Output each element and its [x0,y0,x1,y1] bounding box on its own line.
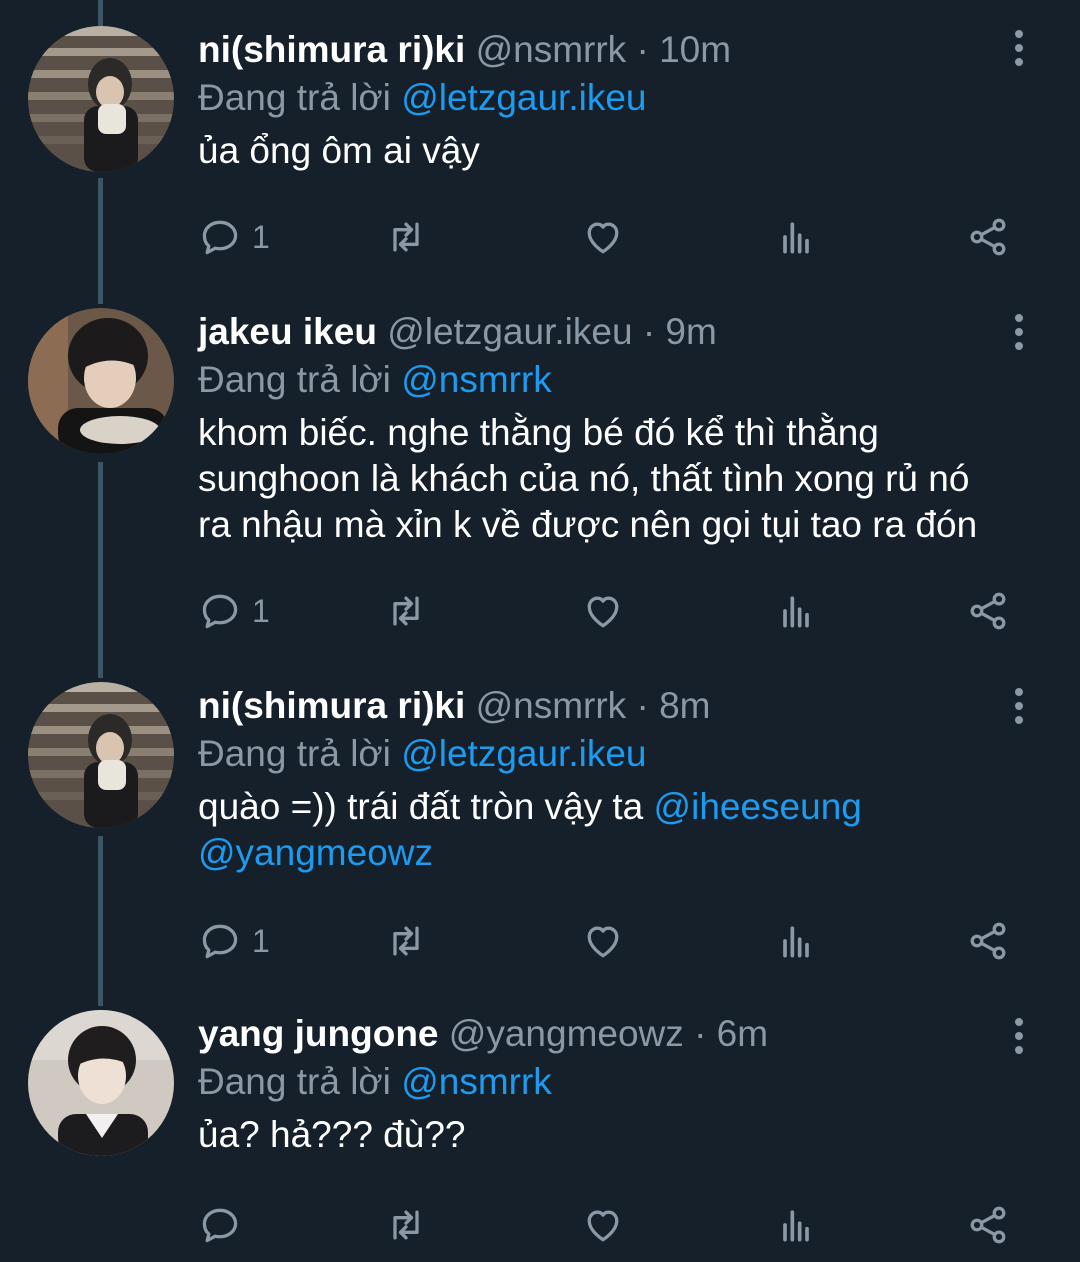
share-icon [970,218,1006,256]
views-button[interactable] [774,586,818,636]
replying-to-label: Đang trả lời [198,1061,391,1102]
like-button[interactable] [581,586,625,636]
reply-icon [202,220,238,255]
share-icon [970,1206,1006,1244]
replying-to-label: Đang trả lời [198,359,391,400]
avatar[interactable] [28,26,174,172]
tweet-text-body: quào =)) trái đất tròn vậy ta [198,786,654,827]
reply-button[interactable]: 1 [198,212,270,262]
analytics-icon [783,596,809,628]
heart-icon [587,1210,619,1242]
more-vertical-icon[interactable] [1004,682,1034,730]
more-vertical-icon[interactable] [1004,24,1034,72]
replying-to: Đang trả lời @nsmrrk [198,1058,1000,1106]
share-button[interactable] [966,586,1010,636]
timestamp[interactable]: 9m [665,311,716,352]
views-button[interactable] [774,1200,818,1250]
user-handle[interactable]: @nsmrrk [476,29,627,70]
action-bar: 1 [198,212,1018,262]
retweet-icon [393,1210,419,1240]
tweet[interactable]: ni(shimura ri)ki @nsmrrk · 8m Đang trả l… [0,660,1080,990]
reply-icon [202,924,238,959]
tweet-text: ủa? hả??? đù?? [198,1114,466,1155]
avatar[interactable] [28,1010,174,1156]
avatar[interactable] [28,682,174,828]
timestamp[interactable]: 8m [659,685,710,726]
like-button[interactable] [581,916,625,966]
retweet-icon [393,222,419,252]
retweet-button[interactable] [384,1200,428,1250]
heart-icon [587,222,619,254]
share-button[interactable] [966,916,1010,966]
tweet-header: yang jungone @yangmeowz · 6m [198,1010,1000,1058]
display-name[interactable]: yang jungone [198,1013,439,1054]
reply-icon [202,1208,238,1243]
tweet-header: ni(shimura ri)ki @nsmrrk · 10m [198,26,1000,74]
reply-button[interactable] [198,1200,252,1250]
replying-to-label: Đang trả lời [198,733,391,774]
reply-mention-link[interactable]: @letzgaur.ikeu [401,77,646,118]
display-name[interactable]: ni(shimura ri)ki [198,685,465,726]
separator-dot: · [636,29,649,70]
views-button[interactable] [774,916,818,966]
analytics-icon [783,1210,809,1242]
tweet-header: ni(shimura ri)ki @nsmrrk · 8m [198,682,1000,730]
separator-dot: · [636,685,649,726]
reply-count: 1 [252,592,270,629]
tweet[interactable]: yang jungone @yangmeowz · 6m Đang trả lờ… [0,990,1080,1262]
tweet[interactable]: jakeu ikeu @letzgaur.ikeu · 9m Đang trả … [0,290,1080,660]
reply-button[interactable]: 1 [198,586,270,636]
heart-icon [587,926,619,958]
reply-icon [202,594,238,629]
timestamp[interactable]: 10m [659,29,731,70]
reply-count: 1 [252,922,270,959]
more-vertical-icon[interactable] [1004,1012,1034,1060]
display-name[interactable]: jakeu ikeu [198,311,377,352]
share-button[interactable] [966,212,1010,262]
tweet-text: ủa ổng ôm ai vậy [198,130,480,171]
mention-link[interactable]: @iheeseung [654,786,862,827]
like-button[interactable] [581,1200,625,1250]
replying-to: Đang trả lời @letzgaur.ikeu [198,74,1000,122]
retweet-button[interactable] [384,916,428,966]
heart-icon [587,596,619,628]
share-icon [970,592,1006,630]
views-button[interactable] [774,212,818,262]
action-bar [198,1200,1018,1250]
tweet-text: khom biếc. nghe thằng bé đó kể thì thằng… [198,412,978,545]
avatar[interactable] [28,308,174,454]
share-icon [970,922,1006,960]
reply-mention-link[interactable]: @nsmrrk [401,1061,552,1102]
tweet-header: jakeu ikeu @letzgaur.ikeu · 9m [198,308,1000,356]
mention-link[interactable]: @yangmeowz [198,832,433,873]
more-vertical-icon[interactable] [1004,308,1034,356]
reply-count: 1 [252,218,270,255]
retweet-button[interactable] [384,212,428,262]
reply-mention-link[interactable]: @nsmrrk [401,359,552,400]
tweet[interactable]: ni(shimura ri)ki @nsmrrk · 10m Đang trả … [0,0,1080,290]
analytics-icon [783,926,809,958]
analytics-icon [783,222,809,254]
replying-to: Đang trả lời @nsmrrk [198,356,1000,404]
display-name[interactable]: ni(shimura ri)ki [198,29,465,70]
user-handle[interactable]: @nsmrrk [476,685,627,726]
retweet-button[interactable] [384,586,428,636]
reply-mention-link[interactable]: @letzgaur.ikeu [401,733,646,774]
retweet-icon [393,596,419,626]
share-button[interactable] [966,1200,1010,1250]
action-bar: 1 [198,916,1018,966]
timestamp[interactable]: 6m [717,1013,768,1054]
replying-to: Đang trả lời @letzgaur.ikeu [198,730,1000,778]
tweet-text: quào =)) trái đất tròn vậy ta @iheeseung… [198,784,1000,876]
action-bar: 1 [198,586,1018,636]
like-button[interactable] [581,212,625,262]
user-handle[interactable]: @yangmeowz [449,1013,684,1054]
retweet-icon [393,926,419,956]
replying-to-label: Đang trả lời [198,77,391,118]
user-handle[interactable]: @letzgaur.ikeu [387,311,632,352]
reply-button[interactable]: 1 [198,916,270,966]
separator-dot: · [642,311,656,352]
separator-dot: · [694,1013,707,1054]
